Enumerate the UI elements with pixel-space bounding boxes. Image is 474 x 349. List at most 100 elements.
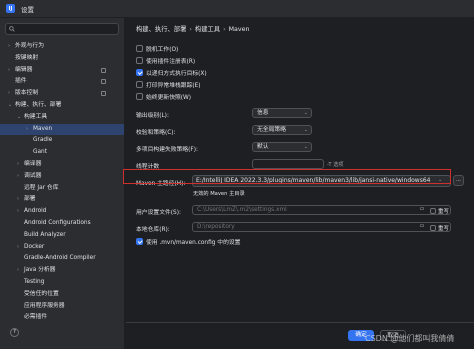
breadcrumb-separator: › [189,26,192,33]
sidebar-item[interactable]: Android Configurations [0,218,124,230]
folder-icon[interactable]: ▭ [417,222,427,232]
recursive-checkbox-row[interactable]: 以递归方式执行目标(X) [136,68,207,77]
chevron-right-icon[interactable]: › [8,88,10,100]
sidebar-item[interactable]: 按键映射 [0,53,124,65]
sidebar-item-label: 调试器 [24,172,42,179]
sidebar-item-label: Docker [24,243,45,250]
sidebar-item-label: 构建工具 [24,113,48,120]
sidebar-item[interactable]: Testing [0,277,124,289]
settings-file-input[interactable]: C:\Users\LmZ\.m2\settings.xml [192,205,451,215]
breadcrumb: 构建、执行、部署 › 构建工具 › Maven [136,24,250,33]
sidebar-item-label: Gradle [33,137,53,144]
always-update-checkbox[interactable] [136,93,143,100]
chevron-down-icon: ⌄ [303,110,308,116]
chevron-right-icon[interactable]: › [17,265,19,277]
use-mvn-config-label: 使用 .mvn/maven.config 中的设置 [146,240,241,246]
always-update-checkbox-row[interactable]: 始终更新快照(W) [136,92,191,101]
sidebar-item[interactable]: ⌄ 构建工具 [0,112,124,124]
sidebar-item-label: 按键映射 [15,54,39,61]
sidebar-item-label: Maven [33,125,53,132]
breadcrumb-item-build-tools[interactable]: 构建工具 [195,26,220,33]
maven-home-browse-button[interactable]: ... [453,175,464,186]
offline-checkbox-row[interactable]: 脱机工作(O) [136,44,178,53]
chevron-right-icon[interactable]: › [17,194,19,206]
always-update-label: 始终更新快照(W) [146,95,192,101]
sidebar-item-label: 编译器 [24,160,42,167]
print-stack-checkbox[interactable] [136,81,143,88]
repo-override-checkbox[interactable] [430,225,436,231]
settings-search-input[interactable] [5,23,119,35]
output-level-value: 信息 [257,110,269,116]
output-level-label: 输出级别(L): [136,113,169,119]
search-icon [9,26,15,32]
sidebar-item[interactable]: › 编辑器 [0,65,124,77]
sidebar-item[interactable]: › Android [0,206,124,218]
multiproject-label: 多项目构建失败策略(F): [136,147,198,153]
sidebar-item[interactable]: Gradle [0,135,124,147]
recursive-label: 以递归方式执行目标(X) [146,71,207,77]
local-repo-value: D:\repository [197,224,235,230]
plugin-registry-checkbox[interactable] [136,57,143,64]
sidebar-item[interactable]: Build Analyzer [0,230,124,242]
sidebar-item[interactable]: › 部署 [0,194,124,206]
chevron-right-icon[interactable]: › [17,171,19,183]
sidebar-item[interactable]: Gradle-Android Compiler [0,253,124,265]
print-stack-label: 打印异常堆栈跟踪(E) [146,83,201,89]
sidebar-item[interactable]: ⌄ 构建、执行、部署 [0,100,124,112]
project-scope-icon [101,67,106,73]
recursive-checkbox[interactable] [136,69,143,76]
chevron-down-icon[interactable]: ⌄ [8,100,12,112]
sidebar-item[interactable]: 应用程序服务器 [0,301,124,313]
settings-sidebar: › 外观与行为 按键映射 › 编辑器 插件 › 版本控制 ⌄ 构建、执行、部署 ⌄ 构建工具 › Mave… [0,18,125,349]
chevron-right-icon[interactable]: › [8,41,10,53]
use-mvn-config-row[interactable]: 使用 .mvn/maven.config 中的设置 [136,237,240,246]
sidebar-item-label: 插件 [15,78,27,85]
checksum-select[interactable]: 无全局策略 ⌄ [252,125,312,135]
plugin-registry-label: 使用插件注册表(R) [146,59,196,65]
sidebar-item[interactable]: › 编译器 [0,159,124,171]
chevron-down-icon: ⌄ [303,144,308,150]
sidebar-item-label: Gradle-Android Compiler [24,255,96,262]
chevron-right-icon[interactable]: › [17,242,19,254]
sidebar-item-label: Build Analyzer [24,231,66,238]
sidebar-item[interactable]: › 调试器 [0,171,124,183]
plugin-registry-checkbox-row[interactable]: 使用插件注册表(R) [136,56,195,65]
thread-count-input[interactable] [252,159,324,169]
breadcrumb-item-build[interactable]: 构建、执行、部署 [136,26,186,33]
help-icon[interactable]: ? [10,328,19,337]
chevron-right-icon[interactable]: › [17,159,19,171]
sidebar-item-label: 受信任的位置 [24,290,59,297]
settings-file-value: C:\Users\LmZ\.m2\settings.xml [197,207,287,213]
sidebar-item-label: Testing [24,278,45,285]
output-level-select[interactable]: 信息 ⌄ [252,108,312,118]
repo-override-row[interactable]: 重写 [430,224,449,232]
folder-icon[interactable]: ▭ [417,205,427,215]
chevron-right-icon[interactable]: › [8,65,10,77]
sidebar-item[interactable]: › Java 分析器 [0,265,124,277]
sidebar-item[interactable]: › 外观与行为 [0,41,124,53]
sidebar-item[interactable]: › 版本控制 [0,88,124,100]
local-repo-input[interactable]: D:\repository [192,222,451,232]
sidebar-item[interactable]: › Docker [0,242,124,254]
chevron-down-icon[interactable]: ⌄ [17,112,21,124]
chevron-right-icon[interactable]: › [26,124,28,136]
sidebar-item[interactable]: 必需插件 [0,312,124,324]
print-stack-checkbox-row[interactable]: 打印异常堆栈跟踪(E) [136,80,201,89]
thread-count-hint: -T 选项 [327,162,344,168]
window-title: 设置 [21,5,34,14]
settings-override-row[interactable]: 重写 [430,207,449,215]
intellij-logo-icon: IJ [6,4,15,13]
sidebar-item[interactable]: 插件 [0,76,124,88]
sidebar-item[interactable]: 受信任的位置 [0,289,124,301]
multiproject-select[interactable]: 默认 ⌄ [252,142,312,152]
sidebar-item[interactable]: Gant [0,147,124,159]
use-mvn-config-checkbox[interactable] [136,238,143,245]
sidebar-item-label: 外观与行为 [15,43,44,49]
sidebar-item[interactable]: 远程 Jar 仓库 [0,183,124,195]
chevron-down-icon: ⌄ [303,127,308,133]
sidebar-item[interactable]: › Maven [0,123,124,136]
settings-override-checkbox[interactable] [430,208,436,214]
sidebar-item-label: Android [24,208,47,215]
offline-checkbox[interactable] [136,45,143,52]
chevron-right-icon[interactable]: › [17,206,19,218]
